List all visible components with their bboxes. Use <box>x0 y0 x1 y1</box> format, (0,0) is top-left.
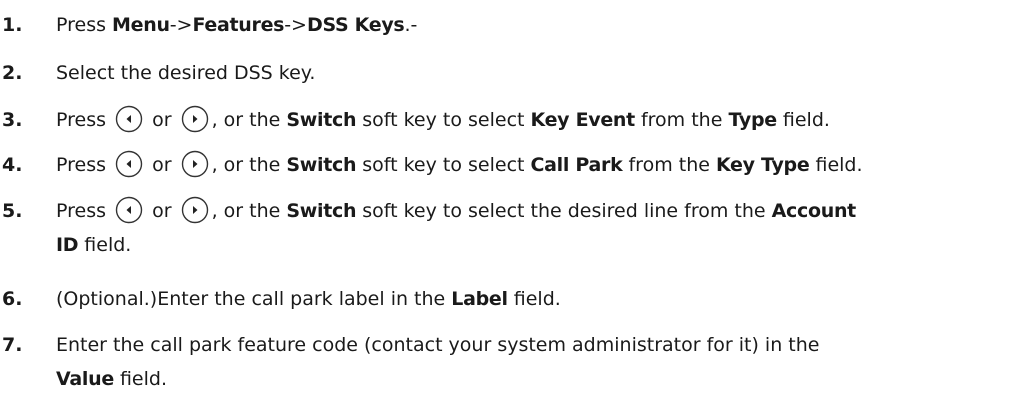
right-arrow-key-icon <box>181 150 209 178</box>
step-number: 4. <box>2 154 23 176</box>
step-text: Press or , or the Switch soft key to sel… <box>56 103 1009 137</box>
step-text: (Optional.)Enter the call park label in … <box>56 288 561 310</box>
right-arrow-key-icon <box>181 105 209 133</box>
value-label: Value <box>56 368 114 390</box>
left-arrow-key-icon <box>115 105 143 133</box>
step-number: 7. <box>2 334 23 356</box>
dss-keys-label: DSS Keys <box>306 14 405 36</box>
step-text: Enter the call park feature code (contac… <box>56 334 820 390</box>
step-text: Select the desired DSS key. <box>56 62 316 84</box>
step-number: 1. <box>2 14 23 36</box>
step-text: Press or , or the Switch soft key to sel… <box>56 148 1009 182</box>
call-park-label: Call Park <box>530 154 623 176</box>
type-label: Type <box>728 109 777 131</box>
features-label: Features <box>192 14 285 36</box>
step-number: 6. <box>2 288 23 310</box>
right-arrow-key-icon <box>181 196 209 224</box>
key-type-label: Key Type <box>715 154 810 176</box>
switch-label: Switch <box>286 109 357 131</box>
step-number: 2. <box>2 62 23 84</box>
key-event-label: Key Event <box>530 109 636 131</box>
step-text: Press Menu->Features->DSS Keys.- <box>56 14 418 36</box>
step-number: 5. <box>2 200 23 222</box>
switch-label: Switch <box>286 154 357 176</box>
step-text: Press or , or the Switch soft key to sel… <box>56 194 1009 262</box>
id-label: ID <box>56 234 79 256</box>
left-arrow-key-icon <box>115 196 143 224</box>
step-number: 3. <box>2 109 23 131</box>
label-field-label: Label <box>451 288 508 310</box>
account-label: Account <box>771 200 857 222</box>
switch-label: Switch <box>286 200 357 222</box>
menu-label: Menu <box>112 14 170 36</box>
left-arrow-key-icon <box>115 150 143 178</box>
